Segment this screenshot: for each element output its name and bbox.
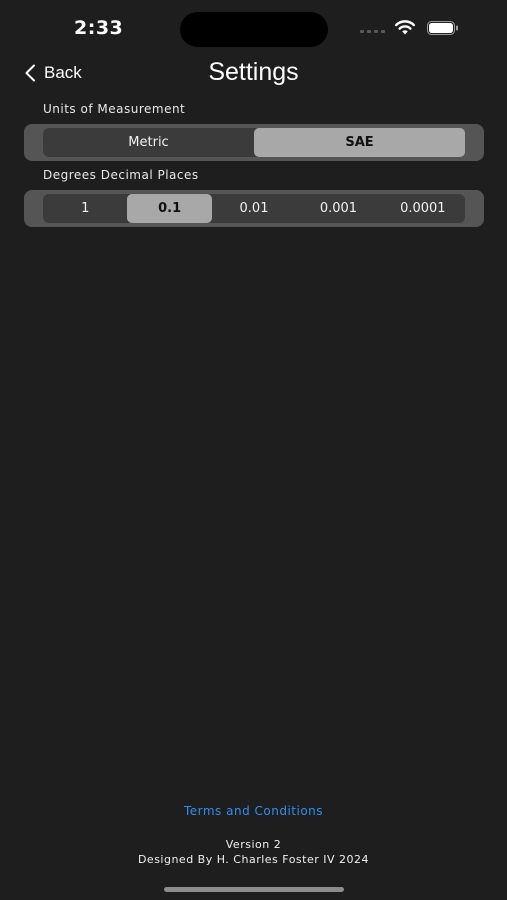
segment-decimal-0-0001[interactable]: 0.0001 (381, 194, 465, 223)
units-segment-track: Metric SAE (43, 128, 465, 157)
dynamic-island (180, 12, 328, 47)
segment-metric[interactable]: Metric (43, 128, 254, 157)
status-bar: 2:33 (0, 0, 507, 60)
version-text: Version 2 (225, 838, 282, 851)
segment-sae[interactable]: SAE (254, 128, 465, 157)
units-section-label: Units of Measurement (43, 102, 186, 116)
wifi-icon (395, 20, 415, 35)
terms-and-conditions-link[interactable]: Terms and Conditions (0, 804, 507, 818)
decimals-section-label: Degrees Decimal Places (43, 168, 199, 182)
units-segmented-control: Metric SAE (24, 124, 484, 161)
segment-decimal-0-1[interactable]: 0.1 (127, 194, 212, 223)
designed-by-text: Designed By H. Charles Foster IV 2024 (137, 853, 370, 866)
cellular-signal-icon (360, 30, 385, 33)
decimals-segment-track: 1 0.1 0.01 0.001 0.0001 (43, 194, 465, 223)
navigation-bar: Back Settings (0, 56, 507, 92)
battery-icon (427, 21, 458, 35)
segment-decimal-0-001[interactable]: 0.001 (296, 194, 380, 223)
status-time: 2:33 (74, 17, 124, 39)
home-indicator[interactable] (164, 887, 344, 892)
decimals-segmented-control: 1 0.1 0.01 0.001 0.0001 (24, 190, 484, 227)
segment-decimal-0-01[interactable]: 0.01 (212, 194, 296, 223)
page-title: Settings (208, 58, 299, 86)
segment-decimal-1[interactable]: 1 (43, 194, 127, 223)
